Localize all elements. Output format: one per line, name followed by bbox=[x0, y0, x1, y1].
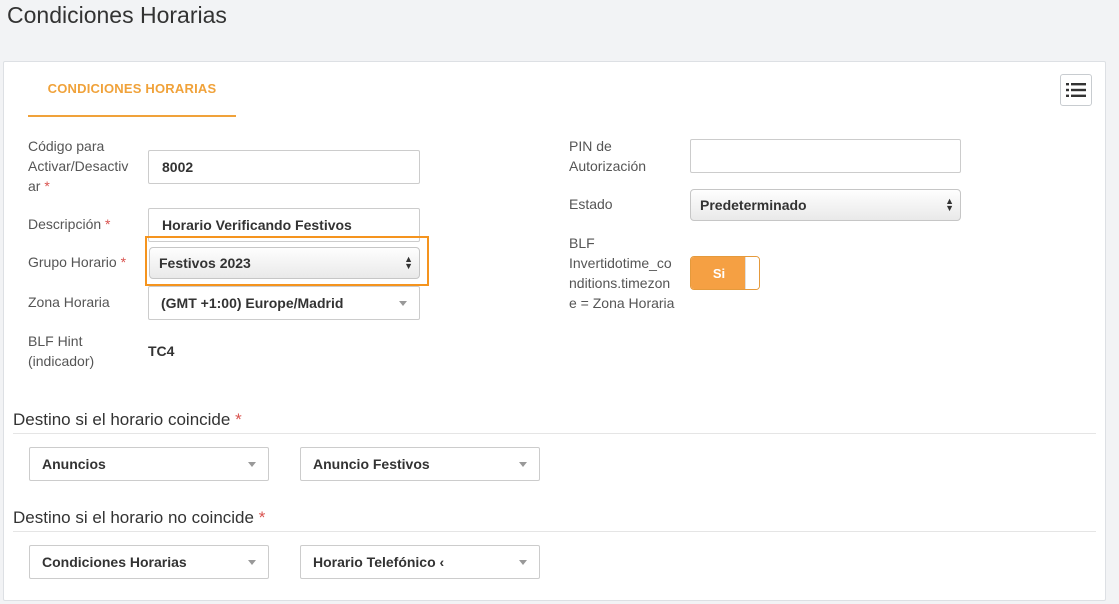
updown-arrows-icon: ▲ ▼ bbox=[945, 196, 954, 213]
blf-invertido-label: BLF Invertidotime_co nditions.timezon e … bbox=[569, 233, 674, 313]
codigo-label-line-2: Activar/Desactiv bbox=[28, 158, 129, 174]
chevron-down-icon bbox=[519, 462, 527, 467]
destino-no-coincide-target-value: Horario Telefónico ‹ bbox=[313, 554, 445, 570]
destino-coincide-type-select[interactable]: Anuncios bbox=[29, 447, 269, 481]
pin-input[interactable] bbox=[690, 139, 961, 173]
estado-label: Estado bbox=[569, 196, 613, 212]
zona-horaria-select[interactable]: (GMT +1:00) Europe/Madrid bbox=[148, 286, 420, 320]
destino-no-coincide-type-value: Condiciones Horarias bbox=[42, 554, 187, 570]
blf-hint-value: TC4 bbox=[148, 343, 175, 359]
chevron-down-icon bbox=[519, 560, 527, 565]
estado-value: Predeterminado bbox=[700, 197, 807, 213]
blf-hint-label-line-2: (indicador) bbox=[28, 353, 95, 369]
estado-select[interactable]: Predeterminado ▲ ▼ bbox=[690, 189, 961, 221]
grupo-horario-value: Festivos 2023 bbox=[159, 255, 251, 271]
chevron-down-icon bbox=[399, 301, 407, 306]
chevron-down-icon bbox=[248, 560, 256, 565]
list-menu-icon bbox=[1066, 83, 1086, 97]
grupo-horario-label: Grupo Horario * bbox=[28, 252, 126, 272]
destino-coincide-type-value: Anuncios bbox=[42, 456, 106, 472]
codigo-label-line-3: ar bbox=[28, 178, 41, 194]
destino-no-coincide-type-select[interactable]: Condiciones Horarias bbox=[29, 545, 269, 579]
blf-invertido-label-line-3: nditions.timezon bbox=[569, 275, 671, 291]
destino-no-coincide-target-select[interactable]: Horario Telefónico ‹ bbox=[300, 545, 540, 579]
pin-label: PIN de Autorización bbox=[569, 136, 646, 176]
toggle-on-label: Si bbox=[691, 257, 747, 289]
destino-no-coincide-title: Destino si el horario no coincide * bbox=[13, 507, 265, 529]
destino-coincide-title-text: Destino si el horario coincide bbox=[13, 410, 231, 429]
descripcion-label-text: Descripción bbox=[28, 216, 102, 232]
grupo-horario-label-text: Grupo Horario bbox=[28, 254, 117, 270]
pin-label-line-1: PIN de bbox=[569, 138, 612, 154]
zona-horaria-label: Zona Horaria bbox=[28, 294, 110, 310]
required-marker: * bbox=[120, 254, 127, 270]
pin-label-line-2: Autorización bbox=[569, 158, 647, 174]
required-marker: * bbox=[258, 508, 266, 527]
blf-invertido-label-line-2: Invertidotime_co bbox=[569, 255, 672, 271]
main-panel: CONDICIONES HORARIAS Código para Activar… bbox=[3, 61, 1106, 601]
required-marker: * bbox=[44, 178, 50, 194]
list-menu-button[interactable] bbox=[1060, 74, 1092, 106]
destino-coincide-target-value: Anuncio Festivos bbox=[313, 456, 430, 472]
codigo-label: Código para Activar/Desactiv ar * bbox=[28, 136, 128, 196]
page-title: Condiciones Horarias bbox=[7, 2, 227, 28]
required-marker: * bbox=[105, 216, 111, 232]
blf-hint-label: BLF Hint (indicador) bbox=[28, 331, 94, 371]
destino-coincide-title: Destino si el horario coincide * bbox=[13, 409, 242, 431]
codigo-input[interactable]: 8002 bbox=[148, 150, 420, 184]
required-marker: * bbox=[235, 410, 242, 429]
updown-arrows-icon: ▲ ▼ bbox=[404, 254, 413, 271]
section-divider bbox=[13, 531, 1096, 532]
blf-invertido-toggle[interactable]: Si bbox=[690, 256, 760, 290]
grupo-horario-select[interactable]: Festivos 2023 ▲ ▼ bbox=[149, 247, 420, 279]
toggle-knob bbox=[745, 257, 759, 289]
destino-no-coincide-title-text: Destino si el horario no coincide bbox=[13, 508, 254, 527]
tab-condiciones-horarias[interactable]: CONDICIONES HORARIAS bbox=[28, 62, 236, 117]
chevron-down-icon bbox=[248, 462, 256, 467]
destino-coincide-target-select[interactable]: Anuncio Festivos bbox=[300, 447, 540, 481]
descripcion-input[interactable]: Horario Verificando Festivos bbox=[148, 208, 420, 242]
blf-invertido-label-line-1: BLF bbox=[569, 235, 595, 251]
section-divider bbox=[13, 433, 1096, 434]
blf-invertido-label-line-4: e = Zona Horaria bbox=[569, 295, 675, 311]
zona-horaria-value: (GMT +1:00) Europe/Madrid bbox=[161, 295, 344, 311]
blf-hint-label-line-1: BLF Hint bbox=[28, 333, 83, 349]
codigo-label-line-1: Código para bbox=[28, 138, 105, 154]
descripcion-label: Descripción * bbox=[28, 214, 110, 234]
